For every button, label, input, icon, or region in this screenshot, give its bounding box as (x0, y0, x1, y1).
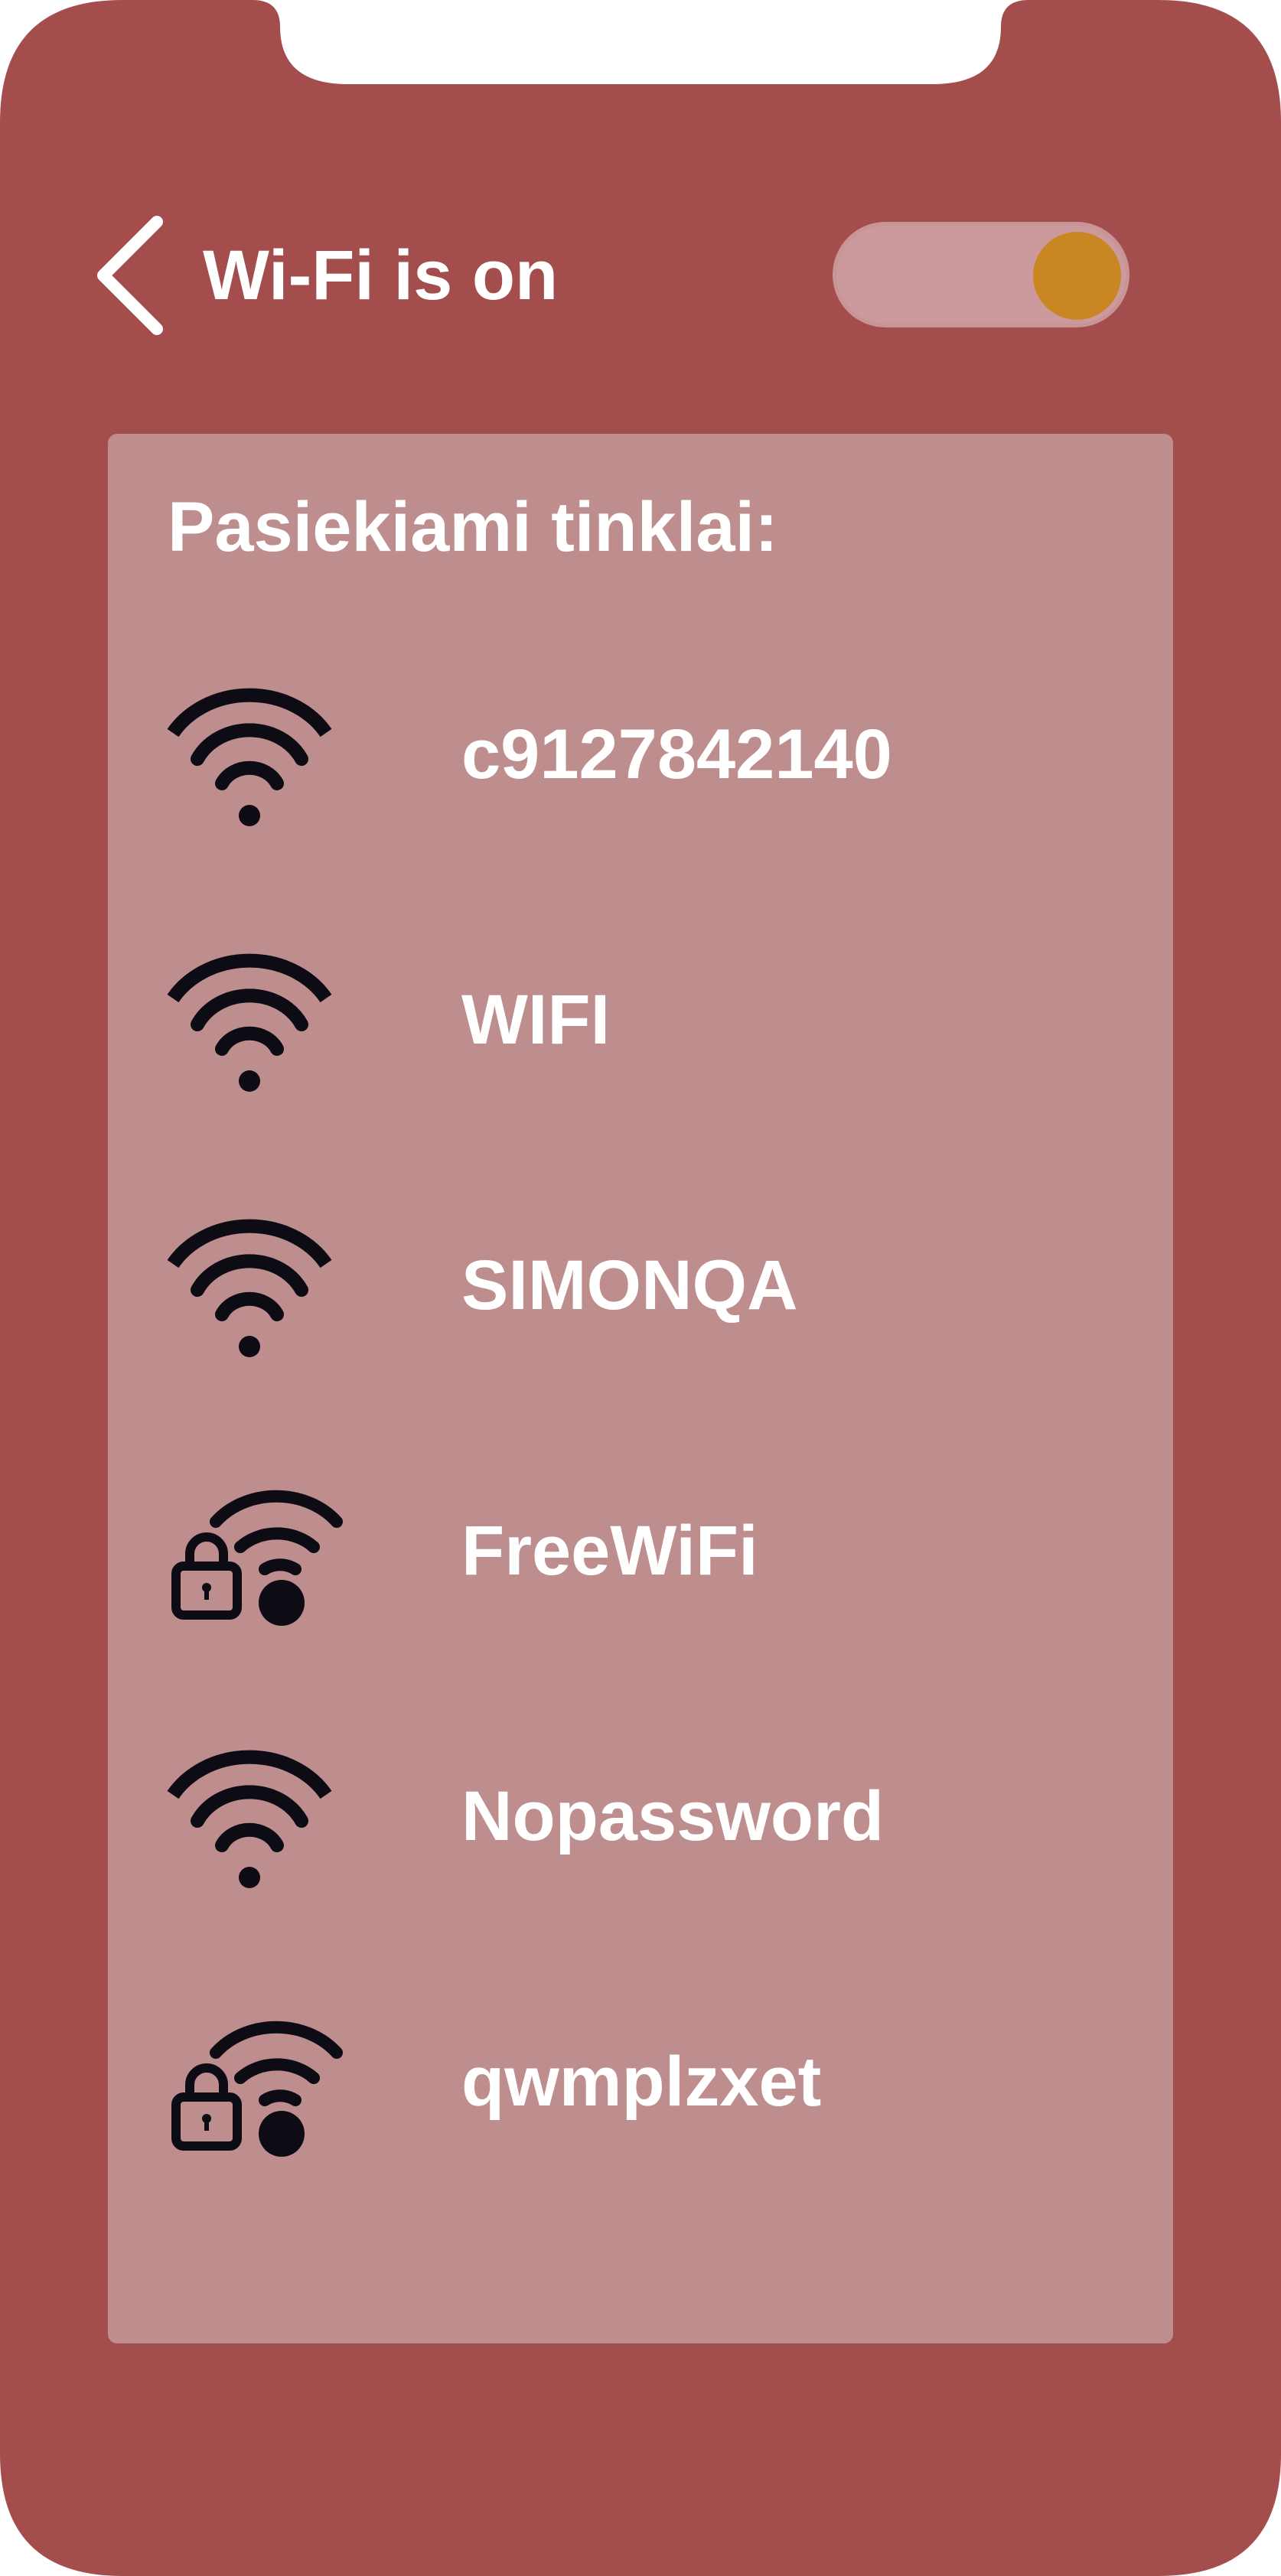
network-name: qwmplzxet (461, 2043, 822, 2121)
wifi-icon (150, 1209, 349, 1362)
network-list-panel: Pasiekiami tinklai: c9127842140 WIFI SIM… (108, 434, 1173, 2343)
wifi-lock-icon (150, 1474, 349, 1627)
wifi-icon (150, 1740, 349, 1893)
available-networks-heading: Pasiekiami tinklai: (168, 488, 778, 566)
wifi-icon (150, 943, 349, 1096)
wifi-toggle[interactable] (833, 222, 1129, 327)
network-item[interactable]: c9127842140 (108, 632, 1173, 861)
wifi-settings-screen: Wi-Fi is on Pasiekiami tinklai: c9127842… (0, 0, 1281, 2576)
wifi-lock-icon (150, 2005, 349, 2158)
network-item[interactable]: WIFI (108, 897, 1173, 1127)
network-name: SIMONQA (461, 1246, 798, 1324)
network-name: Nopassword (461, 1777, 885, 1855)
network-name: FreeWiFi (461, 1512, 758, 1590)
back-button[interactable] (84, 207, 184, 344)
header-bar: Wi-Fi is on (0, 207, 1281, 344)
network-name: c9127842140 (461, 715, 892, 793)
toggle-knob (1033, 232, 1121, 320)
network-item[interactable]: SIMONQA (108, 1163, 1173, 1392)
chevron-left-icon (97, 216, 163, 335)
network-item[interactable]: FreeWiFi (108, 1428, 1173, 1658)
network-name: WIFI (461, 981, 611, 1059)
page-title: Wi-Fi is on (203, 236, 559, 314)
network-item[interactable]: qwmplzxet (108, 1959, 1173, 2189)
wifi-icon (150, 678, 349, 831)
network-item[interactable]: Nopassword (108, 1694, 1173, 1923)
